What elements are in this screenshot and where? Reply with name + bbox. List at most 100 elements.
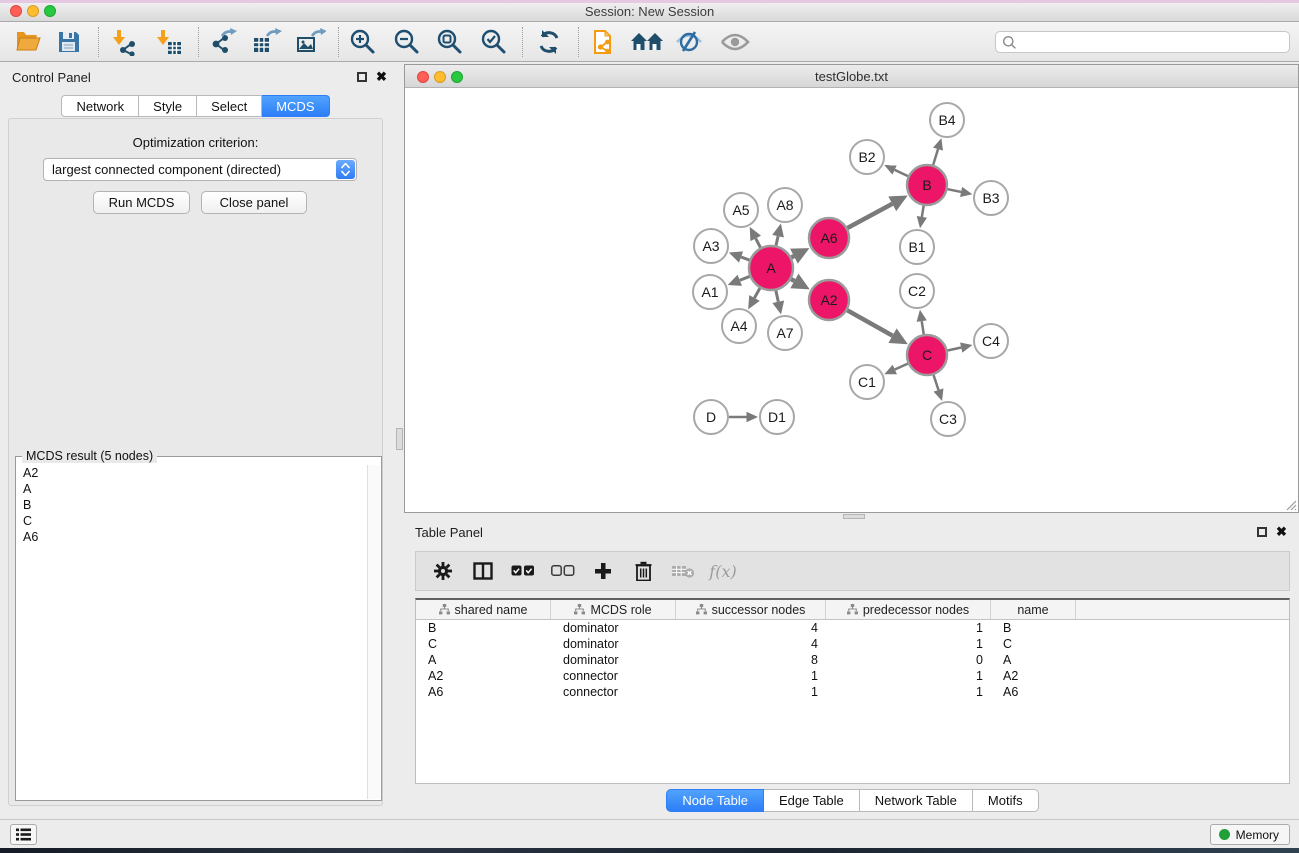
table-row[interactable]: Adominator80A [416, 652, 1289, 668]
import-network-icon[interactable] [106, 26, 140, 58]
graph-edge-A-A8[interactable] [776, 236, 778, 245]
network-window-title-bar[interactable]: testGlobe.txt [405, 65, 1298, 88]
zoom-selected-icon[interactable] [477, 26, 511, 58]
table-settings-gear-icon[interactable] [430, 558, 456, 584]
graph-edge-A2-C[interactable] [847, 310, 892, 335]
table-row[interactable]: Cdominator41C [416, 636, 1289, 652]
graph-edge-A-A2[interactable] [791, 279, 794, 281]
export-image-icon[interactable] [294, 26, 328, 58]
graph-edge-B-B1[interactable] [922, 206, 924, 217]
table-cell[interactable]: A6 [991, 684, 1076, 700]
export-network-icon[interactable] [206, 26, 240, 58]
import-table-icon[interactable] [152, 26, 186, 58]
tab-select[interactable]: Select [197, 95, 262, 117]
table-cell[interactable]: dominator [551, 652, 676, 668]
mcds-result-item[interactable]: A2 [17, 465, 367, 481]
table-cell[interactable]: 1 [676, 684, 826, 700]
delete-column-icon[interactable] [630, 558, 656, 584]
column-header-shared-name[interactable]: shared name [416, 600, 551, 619]
mcds-list-scrollbar[interactable] [367, 465, 380, 799]
float-panel-icon[interactable] [357, 72, 367, 82]
mcds-result-item[interactable]: B [17, 497, 367, 513]
graph-edge-B-B4[interactable] [933, 149, 938, 165]
tab-network-table[interactable]: Network Table [860, 789, 973, 812]
hide-selected-icon[interactable] [672, 26, 706, 58]
table-cell[interactable]: dominator [551, 636, 676, 652]
table-cell[interactable]: 4 [676, 620, 826, 636]
memory-button[interactable]: Memory [1210, 824, 1290, 845]
table-row[interactable]: A2connector11A2 [416, 668, 1289, 684]
table-cell[interactable]: A [991, 652, 1076, 668]
open-session-icon[interactable] [12, 26, 46, 58]
table-cell[interactable]: A6 [416, 684, 551, 700]
table-cell[interactable]: 1 [826, 636, 991, 652]
graph-edge-C-C2[interactable] [922, 321, 924, 334]
optimization-criterion-dropdown[interactable]: largest connected component (directed) [43, 158, 357, 181]
graph-edge-C-C1[interactable] [895, 364, 908, 370]
column-header-predecessor-nodes[interactable]: predecessor nodes [826, 600, 991, 619]
mcds-result-item[interactable]: A6 [17, 529, 367, 545]
table-cell[interactable]: 0 [826, 652, 991, 668]
table-cell[interactable]: 8 [676, 652, 826, 668]
close-panel-icon[interactable]: ✖ [376, 72, 387, 82]
column-header-MCDS-role[interactable]: MCDS role [551, 600, 676, 619]
horizontal-splitter-handle[interactable] [843, 514, 865, 519]
graph-edge-B-B2[interactable] [895, 170, 908, 176]
select-all-columns-icon[interactable] [510, 558, 536, 584]
graph-edge-C-C3[interactable] [934, 375, 939, 390]
graph-edge-B-B3[interactable] [948, 189, 962, 192]
table-cell[interactable]: C [991, 636, 1076, 652]
table-cell[interactable]: connector [551, 668, 676, 684]
table-cell[interactable]: 1 [826, 684, 991, 700]
mcds-result-list[interactable]: A2ABCA6 [17, 465, 367, 799]
network-canvas[interactable]: B4B2BB3A5A8A6A3B1AA1C2A2A4A7C4CC1C3DD1 [405, 88, 1298, 512]
table-cell[interactable]: B [416, 620, 551, 636]
table-row[interactable]: A6connector11A6 [416, 684, 1289, 700]
tab-node-table[interactable]: Node Table [666, 789, 764, 812]
network-graph[interactable]: B4B2BB3A5A8A6A3B1AA1C2A2A4A7C4CC1C3DD1 [405, 88, 1298, 512]
column-header-successor-nodes[interactable]: successor nodes [676, 600, 826, 619]
refresh-icon[interactable] [532, 26, 566, 58]
search-input[interactable] [1017, 35, 1289, 49]
network-document-icon[interactable] [588, 26, 622, 58]
graph-edge-A-A4[interactable] [754, 288, 759, 298]
close-table-panel-icon[interactable]: ✖ [1276, 527, 1287, 537]
table-cell[interactable]: B [991, 620, 1076, 636]
zoom-fit-icon[interactable] [433, 26, 467, 58]
table-cell[interactable]: C [416, 636, 551, 652]
save-session-icon[interactable] [52, 26, 86, 58]
graph-edge-C-C4[interactable] [948, 348, 962, 351]
task-history-button[interactable] [10, 824, 37, 845]
deselect-all-columns-icon[interactable] [550, 558, 576, 584]
table-cell[interactable]: 1 [826, 620, 991, 636]
add-column-icon[interactable] [590, 558, 616, 584]
search-field[interactable] [995, 31, 1290, 53]
table-row[interactable]: Bdominator41B [416, 620, 1289, 636]
zoom-out-icon[interactable] [390, 26, 424, 58]
mcds-result-item[interactable]: C [17, 513, 367, 529]
table-cell[interactable]: A2 [416, 668, 551, 684]
export-table-icon[interactable] [250, 26, 284, 58]
table-cell[interactable]: A2 [991, 668, 1076, 684]
graph-edge-A-A5[interactable] [756, 238, 761, 247]
table-cell[interactable]: 4 [676, 636, 826, 652]
graph-edge-A-A1[interactable] [740, 276, 750, 280]
graph-edge-A6-B[interactable] [847, 204, 892, 228]
table-cell[interactable]: 1 [676, 668, 826, 684]
resize-grip-icon[interactable] [1283, 497, 1297, 511]
vertical-splitter-handle[interactable] [396, 428, 403, 450]
show-columns-icon[interactable] [470, 558, 496, 584]
graph-edge-A-A6[interactable] [791, 256, 793, 257]
table-cell[interactable]: A [416, 652, 551, 668]
tab-edge-table[interactable]: Edge Table [764, 789, 860, 812]
float-table-panel-icon[interactable] [1257, 527, 1267, 537]
graph-edge-A-A3[interactable] [741, 257, 749, 260]
table-cell[interactable]: dominator [551, 620, 676, 636]
table-cell[interactable]: 1 [826, 668, 991, 684]
tab-style[interactable]: Style [139, 95, 197, 117]
column-header-name[interactable]: name [991, 600, 1076, 619]
graph-edge-A-A7[interactable] [776, 290, 778, 301]
zoom-in-icon[interactable] [346, 26, 380, 58]
close-panel-button[interactable]: Close panel [201, 191, 307, 214]
tab-motifs[interactable]: Motifs [973, 789, 1039, 812]
